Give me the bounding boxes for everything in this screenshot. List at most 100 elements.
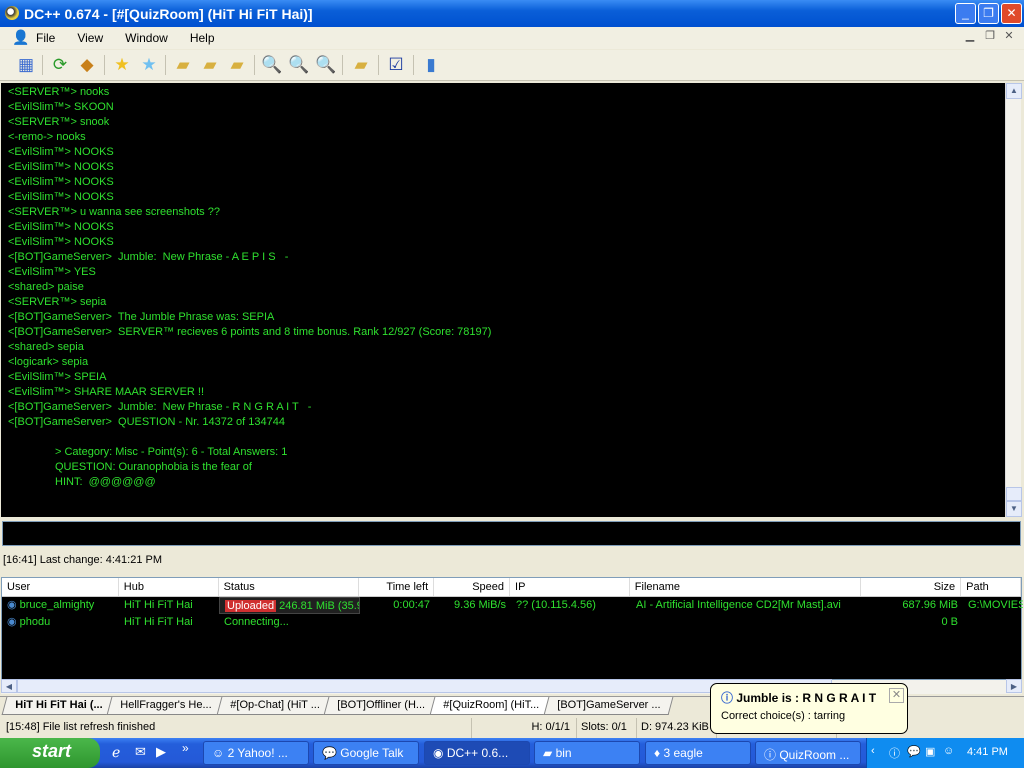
- cell-size: 0 B: [941, 616, 958, 628]
- notification-balloon[interactable]: ⓘ Jumble is : R N G R A I T Correct choi…: [710, 683, 908, 734]
- scroll-right-button[interactable]: ▶: [1006, 679, 1022, 693]
- window-title: DC++ 0.674 - [#[QuizRoom] (HiT Hi FiT Ha…: [24, 5, 313, 22]
- chat-line: <shared> paise: [8, 281, 84, 293]
- tab-0[interactable]: HiT Hi FiT Hai (...: [1, 697, 116, 715]
- chat-line: <[BOT]GameServer> Jumble: New Phrase - A…: [8, 251, 289, 263]
- chat-line: <logicark> sepia: [8, 356, 89, 368]
- tab-1[interactable]: HellFragger's He...: [106, 697, 226, 715]
- chat-line: <-remo-> nooks: [8, 131, 86, 143]
- column-user[interactable]: User: [2, 578, 119, 596]
- column-path[interactable]: Path: [961, 578, 1021, 596]
- mdi-minimize-button[interactable]: ▁: [962, 29, 978, 45]
- column-status[interactable]: Status: [219, 578, 360, 596]
- open-file-list-icon[interactable]: ▰: [350, 54, 372, 76]
- public-hubs-icon[interactable]: ▦: [15, 54, 37, 76]
- column-ip[interactable]: IP: [510, 578, 630, 596]
- status-message: [15:48] File list refresh finished: [0, 718, 472, 738]
- reconnect-icon[interactable]: ⟳: [49, 54, 71, 76]
- hub-status-line: [16:41] Last change: 4:41:21 PM: [3, 554, 163, 566]
- cell-user: ◉ phodu: [7, 616, 51, 628]
- tray-yahoo-icon[interactable]: ☺: [943, 745, 954, 757]
- tray-network-icon[interactable]: ▣: [925, 745, 935, 758]
- menu-help[interactable]: Help: [190, 31, 215, 45]
- quick-launch-media-icon[interactable]: ▶: [156, 744, 166, 760]
- cell-path: [963, 614, 1023, 631]
- balloon-title: Jumble is : R N G R A I T: [736, 691, 877, 705]
- column-time-left[interactable]: Time left: [359, 578, 435, 596]
- chat-log: <SERVER™> nooks <EvilSlim™> SKOON <SERVER™…: [1, 83, 1005, 517]
- transfer-row[interactable]: ◉ bruce_almighty HiT Hi FiT Hai Uploaded 2…: [2, 597, 1023, 614]
- scroll-down-button[interactable]: ▼: [1006, 501, 1022, 517]
- task-eagle[interactable]: ♦ 3 eagle: [645, 741, 751, 765]
- cell-speed: [435, 614, 511, 631]
- adl-search-icon[interactable]: 🔍: [288, 54, 310, 76]
- cell-status: Connecting...: [224, 616, 289, 628]
- column-size[interactable]: Size: [861, 578, 962, 596]
- cell-speed: 9.36 MiB/s: [454, 599, 506, 611]
- chat-line: <EvilSlim™> NOOKS: [8, 191, 114, 203]
- notepad-icon[interactable]: ▮: [420, 54, 442, 76]
- scroll-left-button[interactable]: ◀: [1, 679, 17, 693]
- chat-input[interactable]: [2, 521, 1021, 546]
- app-icon: [5, 6, 19, 20]
- task-dcpp[interactable]: ◉ DC++ 0.6...: [424, 741, 530, 765]
- task-bin-folder[interactable]: ▰ bin: [534, 741, 640, 765]
- menu-view[interactable]: View: [77, 31, 103, 45]
- follow-redirect-icon[interactable]: ◆: [76, 54, 98, 76]
- task-quizroom[interactable]: ⓘ QuizRoom ...: [755, 741, 861, 765]
- chat-line: <EvilSlim™> NOOKS: [8, 221, 114, 233]
- scroll-thumb[interactable]: [1006, 487, 1022, 501]
- transfer-row[interactable]: ◉ phodu HiT Hi FiT Hai Connecting... 0 B: [2, 614, 1021, 631]
- favorite-users-icon[interactable]: ★: [138, 54, 160, 76]
- quick-launch-email-icon[interactable]: ✉: [135, 744, 146, 760]
- quick-launch-more-icon[interactable]: »: [182, 741, 189, 755]
- tray-info-icon[interactable]: ⓘ: [889, 745, 900, 761]
- maximize-button[interactable]: ❐: [978, 3, 999, 24]
- mdi-close-button[interactable]: ✕: [1001, 29, 1017, 45]
- task-yahoo[interactable]: ☺ 2 Yahoo! ...: [203, 741, 309, 765]
- menu-window[interactable]: Window: [125, 31, 168, 45]
- tray-expand-icon[interactable]: ‹: [871, 745, 875, 757]
- chat-scrollbar[interactable]: ▲ ▼: [1005, 83, 1022, 517]
- chat-line: <EvilSlim™> SKOON: [8, 101, 114, 113]
- chat-line: <EvilSlim™> NOOKS: [8, 161, 114, 173]
- status-hubs: H: 0/1/1: [472, 718, 577, 738]
- finished-downloads-icon[interactable]: ▰: [199, 54, 221, 76]
- tab-4[interactable]: #[QuizRoom] (HiT...: [429, 697, 553, 715]
- scroll-up-button[interactable]: ▲: [1006, 83, 1022, 99]
- tab-2[interactable]: #[Op-Chat] (HiT ...: [216, 697, 333, 715]
- search-spy-icon[interactable]: 🔍: [315, 54, 337, 76]
- quick-launch-ie-icon[interactable]: ℯ: [112, 744, 120, 761]
- cell-filename: [631, 614, 863, 631]
- column-hub[interactable]: Hub: [119, 578, 219, 596]
- cell-time-left: [360, 614, 435, 631]
- taskbar: start ℯ ✉ ▶ » ☺ 2 Yahoo! ... 💬 Google Ta…: [0, 738, 1024, 768]
- menu-file[interactable]: File: [36, 31, 55, 45]
- chat-line: > Category: Misc - Point(s): 6 - Total A…: [55, 446, 288, 458]
- minimize-button[interactable]: _: [955, 3, 976, 24]
- task-google-talk[interactable]: 💬 Google Talk: [313, 741, 419, 765]
- download-queue-icon[interactable]: ▰: [172, 54, 194, 76]
- chat-line: <EvilSlim™> SHARE MAAR SERVER !!: [8, 386, 205, 398]
- column-speed[interactable]: Speed: [434, 578, 511, 596]
- tray-chat-icon[interactable]: 💬: [907, 745, 921, 758]
- search-icon[interactable]: 🔍: [261, 54, 283, 76]
- finished-uploads-icon[interactable]: ▰: [226, 54, 248, 76]
- chat-line: <[BOT]GameServer> SERVER™ recieves 6 poi…: [8, 326, 492, 338]
- balloon-body: Correct choice(s) : tarring: [721, 710, 846, 722]
- chat-line: <EvilSlim™> SPEIA: [8, 371, 107, 383]
- column-filename[interactable]: Filename: [630, 578, 862, 596]
- favorite-hubs-icon[interactable]: ★: [111, 54, 133, 76]
- tab-5[interactable]: [BOT]GameServer ...: [543, 697, 674, 715]
- toolbar: ▦ ⟳ ◆ ★ ★ ▰ ▰ ▰ 🔍 🔍 🔍 ▰ ☑ ▮: [0, 50, 1024, 81]
- mdi-restore-button[interactable]: ❐: [982, 29, 998, 45]
- chat-blank-line: [8, 430, 1005, 445]
- start-button[interactable]: start: [0, 738, 100, 768]
- cell-status: Uploaded 246.81 MiB (35.9%: [219, 597, 360, 614]
- cell-filename: AI - Artificial Intelligence CD2[Mr Mast…: [636, 599, 841, 611]
- chat-line: <EvilSlim™> NOOKS: [8, 176, 114, 188]
- close-button[interactable]: ✕: [1001, 3, 1022, 24]
- balloon-close-button[interactable]: ✕: [889, 688, 904, 703]
- settings-icon[interactable]: ☑: [385, 54, 407, 76]
- tab-3[interactable]: [BOT]Offliner (H...: [323, 697, 439, 715]
